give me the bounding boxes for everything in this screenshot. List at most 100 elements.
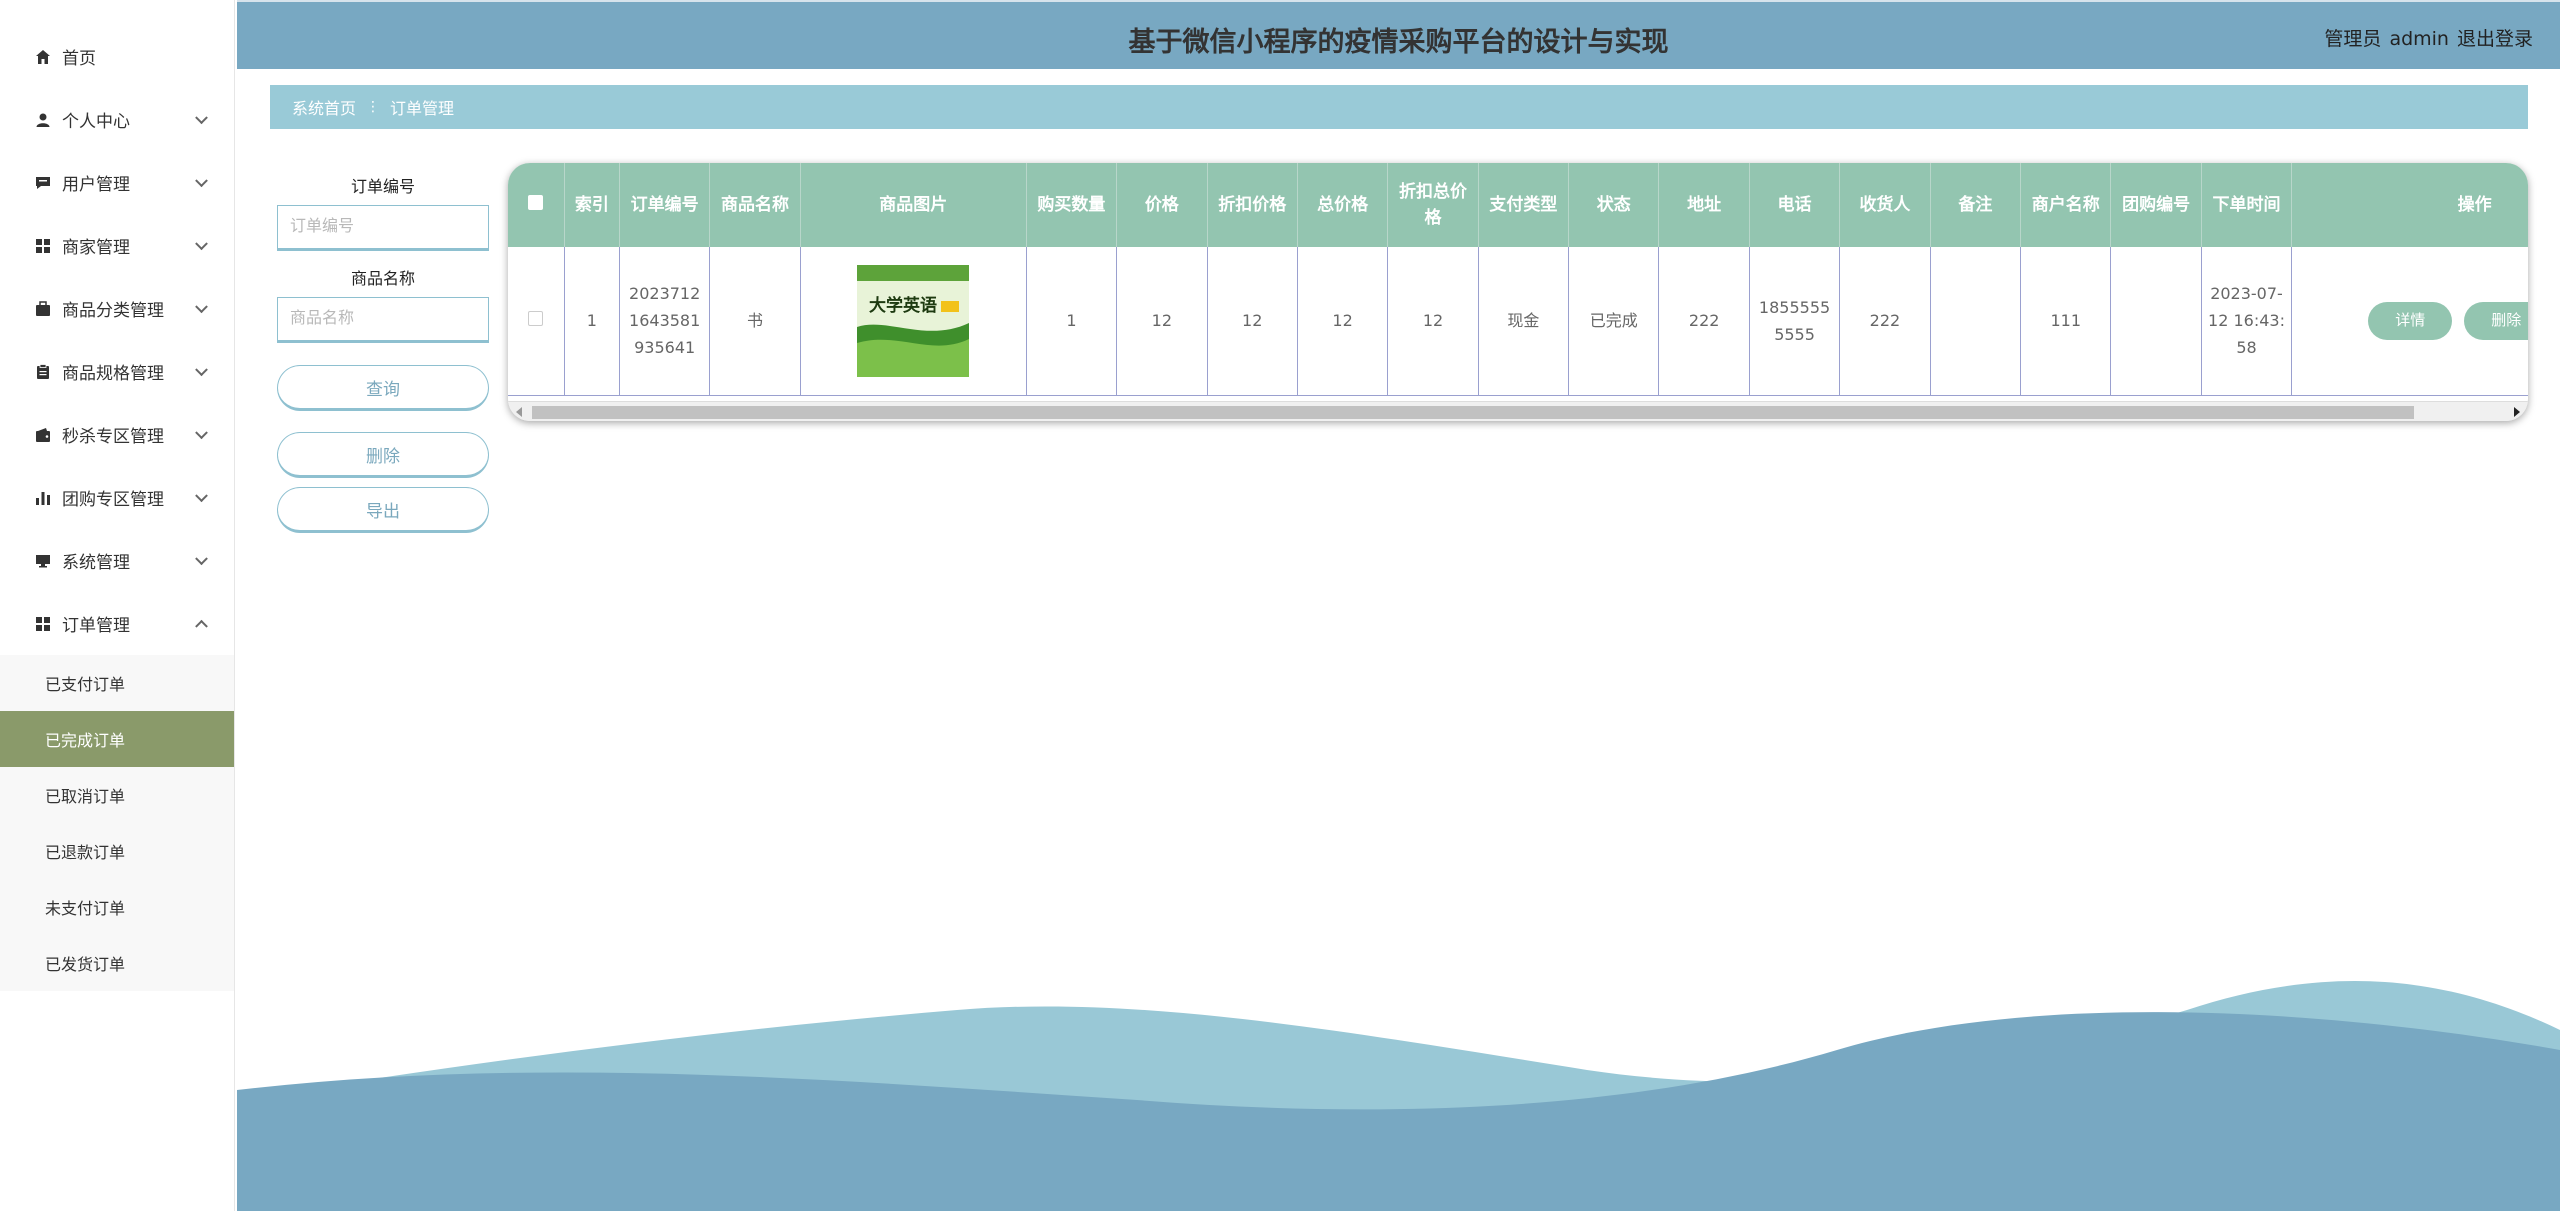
search-button[interactable]: 查询 [277, 365, 489, 411]
sidebar-item-label: 商品规格管理 [62, 364, 164, 384]
column-header: 团购编号 [2110, 163, 2202, 247]
bar-chart-icon [34, 489, 52, 507]
submenu-item-refunded[interactable]: 已退款订单 [0, 823, 234, 879]
cell-order-no: 20237121643581935641 [619, 247, 711, 396]
sidebar-item-label: 团购专区管理 [62, 490, 164, 510]
column-header: 商户名称 [2020, 163, 2112, 247]
order-no-label: 订单编号 [350, 177, 415, 196]
cell-price: 12 [1116, 247, 1208, 396]
sidebar-item-profile[interactable]: 个人中心 [0, 88, 234, 151]
submenu-item-unpaid[interactable]: 未支付订单 [0, 879, 234, 935]
sidebar-item-home[interactable]: 首页 [0, 25, 234, 88]
cell-actions: 详情 删除 [2291, 247, 2528, 396]
chevron-down-icon [195, 425, 208, 439]
column-header: 支付类型 [1478, 163, 1570, 247]
sidebar-item-label: 系统管理 [62, 553, 130, 573]
column-header: 订单编号 [619, 163, 711, 247]
column-header: 状态 [1568, 163, 1660, 247]
product-name-label: 商品名称 [350, 269, 415, 288]
sidebar-item-label: 首页 [62, 49, 96, 69]
detail-button[interactable]: 详情 [2368, 301, 2453, 340]
order-no-input[interactable] [277, 205, 489, 251]
delete-button[interactable]: 删除 [277, 432, 489, 478]
user-role: 管理员 [2324, 28, 2382, 50]
sidebar-item-system[interactable]: 系统管理 [0, 529, 234, 592]
monitor-icon [34, 552, 52, 570]
sidebar-item-label: 个人中心 [62, 112, 130, 132]
row-delete-button[interactable]: 删除 [2464, 301, 2528, 340]
cell-pay-type: 现金 [1478, 247, 1570, 396]
select-all-checkbox[interactable] [528, 195, 544, 210]
user-area: 管理员 admin 退出登录 [2316, 24, 2533, 51]
horizontal-scrollbar[interactable] [508, 401, 2528, 421]
cell-receiver: 222 [1839, 247, 1931, 396]
chat-icon [34, 174, 52, 192]
scroll-left-icon[interactable] [516, 407, 522, 417]
sidebar: 首页 个人中心 用户管理 商家管理 商品分类管理 商品规格管理 秒杀专区管理 团… [0, 0, 235, 1211]
column-header: 电话 [1749, 163, 1841, 247]
sidebar-item-flash-sale[interactable]: 秒杀专区管理 [0, 403, 234, 466]
select-all-header[interactable] [508, 163, 565, 247]
chevron-down-icon [195, 362, 208, 376]
column-header: 操作 [2291, 163, 2528, 247]
column-header: 收货人 [1839, 163, 1931, 247]
cell-remark [1930, 247, 2022, 396]
chevron-down-icon [195, 299, 208, 313]
search-panel: 订单编号 商品名称 查询 删除 导出 [277, 175, 489, 533]
sidebar-item-label: 秒杀专区管理 [62, 427, 164, 447]
column-header: 商品名称 [709, 163, 801, 247]
home-icon [34, 48, 52, 66]
top-header: 基于微信小程序的疫情采购平台的设计与实现 管理员 admin 退出登录 [237, 0, 2560, 69]
cell-phone: 18555555555 [1749, 247, 1841, 396]
cell-discount-total: 12 [1387, 247, 1479, 396]
submenu-item-paid[interactable]: 已支付订单 [0, 655, 234, 711]
grid-icon [34, 237, 52, 255]
column-header: 购买数量 [1026, 163, 1118, 247]
cell-group-no [2110, 247, 2202, 396]
submenu-item-cancelled[interactable]: 已取消订单 [0, 767, 234, 823]
breadcrumb-current: 订单管理 [390, 99, 455, 118]
scroll-right-icon[interactable] [2514, 407, 2520, 417]
breadcrumb-home[interactable]: 系统首页 [292, 95, 356, 119]
decorative-waves [237, 981, 2560, 1211]
table-row: 1 20237121643581935641 书 大学英语 1 12 12 12… [508, 247, 2528, 396]
scrollbar-thumb[interactable] [532, 406, 2414, 419]
cell-order-time: 2023-07-12 16:43:58 [2201, 247, 2293, 396]
logout-link[interactable]: 退出登录 [2457, 28, 2533, 50]
cell-discount-price: 12 [1207, 247, 1298, 396]
orders-table: 索引 订单编号 商品名称 商品图片 购买数量 价格 折扣价格 总价格 折扣总价格… [508, 163, 2528, 396]
cell-merchant: 111 [2020, 247, 2112, 396]
column-header: 折扣价格 [1207, 163, 1298, 247]
sidebar-item-label: 商家管理 [62, 238, 130, 258]
submenu-item-completed[interactable]: 已完成订单 [0, 711, 234, 767]
user-icon [34, 111, 52, 129]
page-title: 基于微信小程序的疫情采购平台的设计与实现 [1128, 27, 1669, 58]
cell-total-price: 12 [1297, 247, 1389, 396]
submenu-item-shipped[interactable]: 已发货订单 [0, 935, 234, 991]
product-name-input[interactable] [277, 297, 489, 343]
sidebar-item-specs[interactable]: 商品规格管理 [0, 340, 234, 403]
export-button[interactable]: 导出 [277, 487, 489, 533]
column-header: 地址 [1658, 163, 1750, 247]
sidebar-item-orders[interactable]: 订单管理 [0, 592, 234, 655]
briefcase-icon [34, 300, 52, 318]
sidebar-item-label: 订单管理 [62, 616, 130, 636]
column-header: 商品图片 [800, 163, 1027, 247]
column-header: 折扣总价格 [1387, 163, 1479, 247]
column-header: 索引 [564, 163, 620, 247]
row-select-cell[interactable] [508, 247, 565, 396]
product-image: 大学英语 [857, 264, 970, 377]
cell-quantity: 1 [1026, 247, 1118, 396]
sidebar-item-group-buy[interactable]: 团购专区管理 [0, 466, 234, 529]
username: admin [2389, 28, 2449, 50]
row-checkbox[interactable] [528, 311, 544, 327]
cell-product-image: 大学英语 [800, 247, 1027, 396]
cell-address: 222 [1658, 247, 1750, 396]
sidebar-item-merchants[interactable]: 商家管理 [0, 214, 234, 277]
chevron-down-icon [195, 488, 208, 502]
orders-submenu: 已支付订单 已完成订单 已取消订单 已退款订单 未支付订单 已发货订单 [0, 655, 234, 991]
chevron-down-icon [195, 236, 208, 250]
sidebar-item-users[interactable]: 用户管理 [0, 151, 234, 214]
wallet-icon [34, 426, 52, 444]
sidebar-item-categories[interactable]: 商品分类管理 [0, 277, 234, 340]
